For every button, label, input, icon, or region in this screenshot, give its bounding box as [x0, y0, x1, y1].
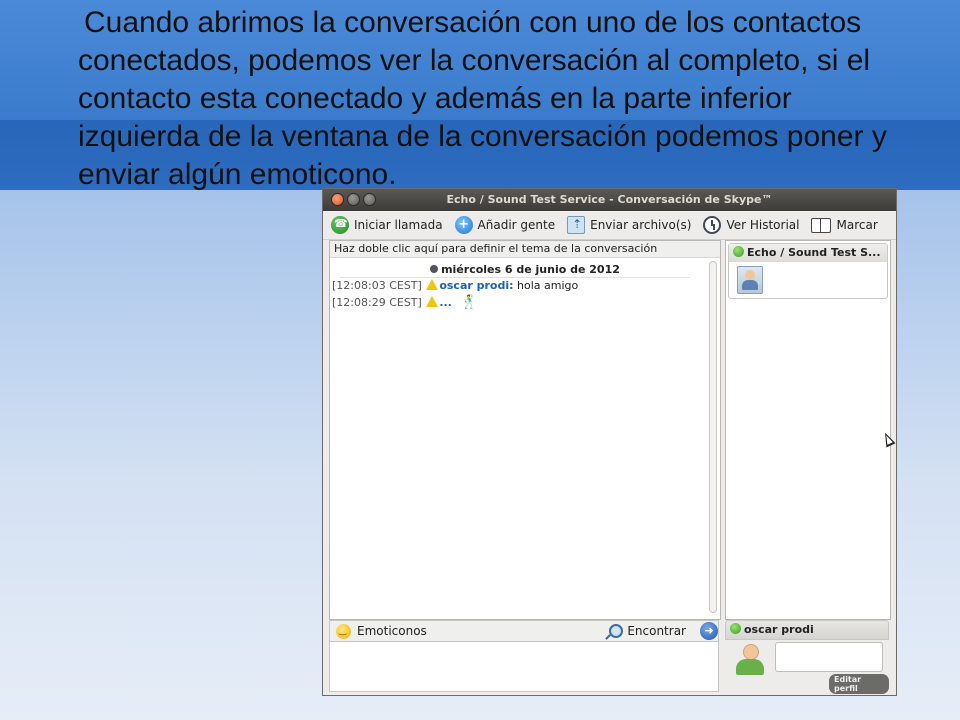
emoticons-button[interactable]: Emoticonos — [357, 624, 427, 638]
message-text: hola amigo — [517, 279, 579, 292]
bookmark-button[interactable]: Marcar — [811, 217, 878, 233]
mood-message-field[interactable] — [775, 642, 883, 672]
message-author[interactable]: oscar prodi: — [439, 279, 513, 292]
chat-scrollbar[interactable] — [709, 261, 717, 613]
date-clock-icon — [430, 265, 439, 273]
dancing-emoticon-icon: 🕺 — [461, 295, 478, 310]
date-separator: miércoles 6 de junio de 2012 — [330, 263, 720, 278]
close-window-button[interactable] — [331, 193, 344, 206]
online-status-icon — [733, 246, 744, 257]
smiley-icon — [336, 623, 351, 639]
warning-icon — [426, 279, 439, 290]
find-button[interactable]: Encontrar — [609, 624, 686, 638]
contact-name: Echo / Sound Test S... — [747, 246, 881, 259]
slide-body-text: Cuando abrimos la conversación con uno d… — [78, 6, 887, 191]
phone-icon — [331, 216, 349, 234]
start-call-button[interactable]: Iniciar llamada — [331, 216, 443, 234]
view-history-label: Ver Historial — [726, 218, 800, 232]
conversation-toolbar: Iniciar llamada + Añadir gente Enviar ar… — [323, 211, 896, 240]
message-timestamp: [12:08:03 CEST] — [332, 279, 422, 292]
bookmark-label: Marcar — [836, 218, 878, 232]
send-file-label: Enviar archivo(s) — [590, 218, 692, 232]
send-file-icon — [567, 216, 586, 234]
warning-icon — [426, 296, 439, 307]
my-status-icon[interactable] — [730, 623, 741, 634]
contact-avatar[interactable] — [737, 266, 763, 294]
my-profile-pane: oscar prodi Editar perfil — [725, 620, 889, 694]
send-file-button[interactable]: Enviar archivo(s) — [567, 216, 691, 234]
input-toolbar: Emoticonos Encontrar ➜ — [329, 620, 719, 642]
minimize-window-button[interactable] — [347, 193, 360, 206]
add-people-button[interactable]: + Añadir gente — [454, 216, 556, 234]
my-name: oscar prodi — [744, 623, 814, 636]
start-call-label: Iniciar llamada — [354, 218, 443, 232]
window-titlebar[interactable]: Echo / Sound Test Service - Conversación… — [323, 189, 896, 211]
maximize-window-button[interactable] — [363, 193, 376, 206]
edit-profile-button[interactable]: Editar perfil — [829, 674, 889, 694]
book-icon — [811, 217, 832, 233]
send-message-icon[interactable]: ➜ — [700, 622, 718, 640]
message-timestamp: [12:08:29 CEST] — [332, 296, 422, 309]
chat-message: [12:08:29 CEST] ... 🕺 — [332, 296, 720, 310]
my-avatar[interactable] — [735, 644, 765, 676]
contact-header: Echo / Sound Test S... — [729, 244, 887, 262]
skype-conversation-window: Echo / Sound Test Service - Conversación… — [322, 188, 897, 696]
find-label: Encontrar — [627, 624, 686, 638]
chat-message: [12:08:03 CEST] oscar prodi: hola amigo — [332, 279, 720, 293]
message-author[interactable]: ... — [439, 296, 452, 309]
magnifier-icon — [609, 624, 624, 638]
add-person-icon: + — [454, 216, 473, 234]
view-history-button[interactable]: Ver Historial — [703, 216, 799, 234]
date-label: miércoles 6 de junio de 2012 — [441, 263, 620, 276]
my-profile-header: oscar prodi — [725, 620, 889, 640]
add-people-label: Añadir gente — [477, 218, 556, 232]
participants-pane: Echo / Sound Test S... — [725, 240, 891, 620]
message-input[interactable] — [329, 642, 719, 692]
conversation-topic[interactable]: Haz doble clic aquí para definir el tema… — [330, 241, 720, 258]
chat-history-pane[interactable]: Haz doble clic aquí para definir el tema… — [329, 240, 721, 620]
contact-card[interactable]: Echo / Sound Test S... — [728, 243, 888, 299]
clock-icon — [703, 216, 722, 234]
window-title: Echo / Sound Test Service - Conversación… — [446, 193, 773, 206]
